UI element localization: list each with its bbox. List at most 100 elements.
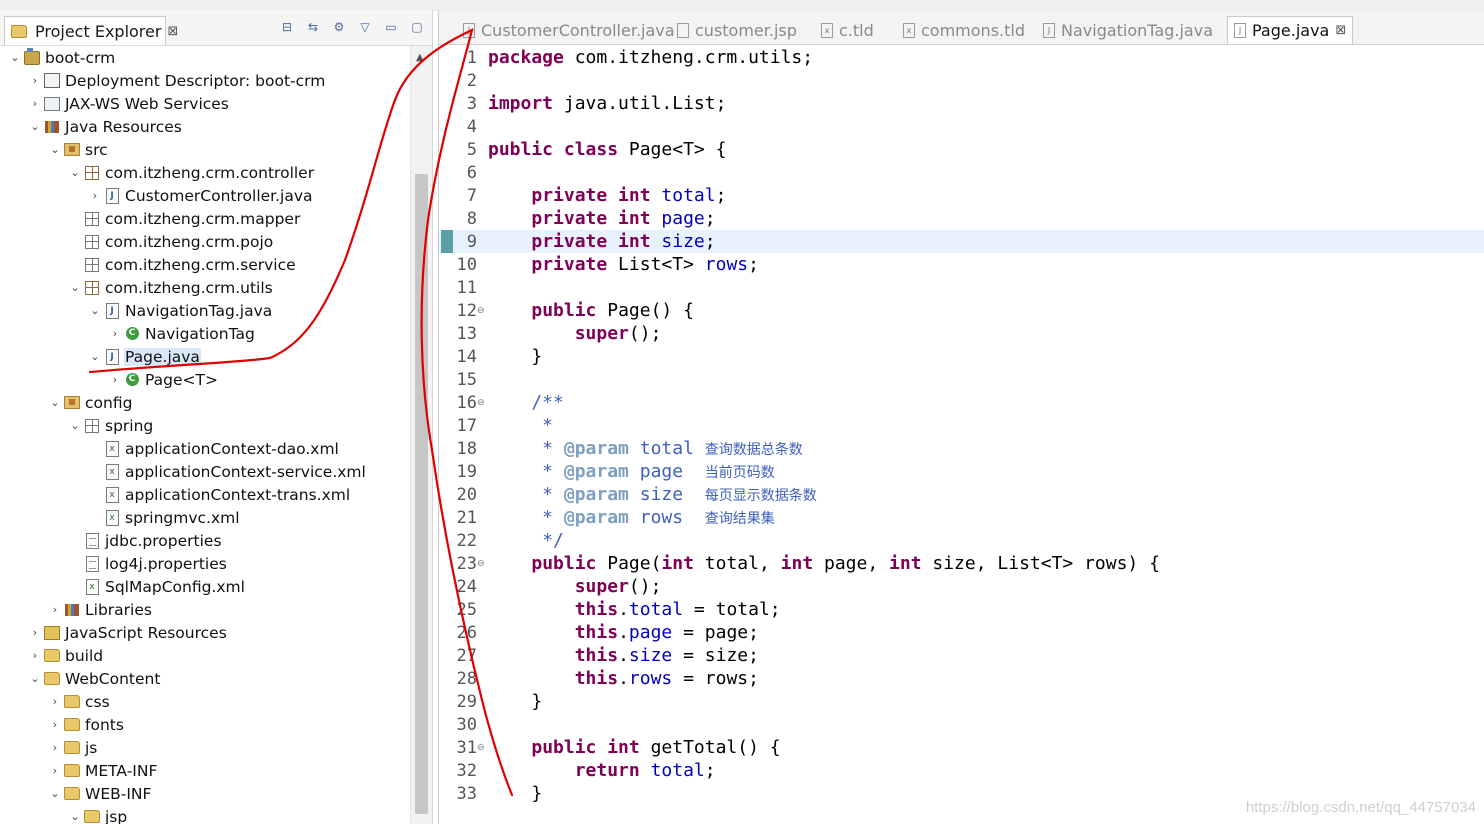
tree-item[interactable]: ⌄ WEB-INF bbox=[0, 782, 410, 805]
tree-item[interactable]: x applicationContext-dao.xml bbox=[0, 437, 410, 460]
tree-item[interactable]: › Deployment Descriptor: boot-crm bbox=[0, 69, 410, 92]
collapsed-arrow-icon[interactable]: › bbox=[48, 764, 62, 777]
maximize-icon[interactable]: ▢ bbox=[410, 20, 424, 34]
code-line[interactable]: 21 * @param rows 查询结果集 bbox=[439, 506, 1484, 529]
tree-item[interactable]: ⌄ com.itzheng.crm.controller bbox=[0, 161, 410, 184]
code-line[interactable]: 6 bbox=[439, 161, 1484, 184]
tree-item[interactable]: com.itzheng.crm.service bbox=[0, 253, 410, 276]
editor-tab[interactable]: customer.jsp bbox=[671, 16, 803, 44]
code-line[interactable]: 26 this.page = page; bbox=[439, 621, 1484, 644]
expanded-arrow-icon[interactable]: ⌄ bbox=[28, 120, 42, 133]
tree-item[interactable]: x springmvc.xml bbox=[0, 506, 410, 529]
tree-item[interactable]: › js bbox=[0, 736, 410, 759]
collapse-all-icon[interactable]: ⊟ bbox=[280, 20, 294, 34]
code-line[interactable]: 8 private int page; bbox=[439, 207, 1484, 230]
tree-item[interactable]: ⌄ com.itzheng.crm.utils bbox=[0, 276, 410, 299]
tree-item[interactable]: ⌄ jsp bbox=[0, 805, 410, 824]
code-line[interactable]: 1 package com.itzheng.crm.utils; bbox=[439, 46, 1484, 69]
tree-item[interactable]: › META-INF bbox=[0, 759, 410, 782]
code-line[interactable]: 22 */ bbox=[439, 529, 1484, 552]
code-line[interactable]: 11 bbox=[439, 276, 1484, 299]
tree-item[interactable]: › JAX-WS Web Services bbox=[0, 92, 410, 115]
code-line[interactable]: 31 ⊖ public int getTotal() { bbox=[439, 736, 1484, 759]
collapsed-arrow-icon[interactable]: › bbox=[48, 718, 62, 731]
expanded-arrow-icon[interactable]: ⌄ bbox=[68, 419, 82, 432]
tree-item[interactable]: ⌄ boot-crm bbox=[0, 46, 410, 69]
expanded-arrow-icon[interactable]: ⌄ bbox=[68, 810, 82, 823]
code-line[interactable]: 7 private int total; bbox=[439, 184, 1484, 207]
code-line[interactable]: 19 * @param page 当前页码数 bbox=[439, 460, 1484, 483]
link-with-editor-icon[interactable]: ⇆ bbox=[306, 20, 320, 34]
expanded-arrow-icon[interactable]: ⌄ bbox=[88, 350, 102, 363]
code-line[interactable]: 9 private int size; bbox=[439, 230, 1484, 253]
code-line[interactable]: 2 bbox=[439, 69, 1484, 92]
minimize-icon[interactable]: ▭ bbox=[384, 20, 398, 34]
tree-item[interactable]: › build bbox=[0, 644, 410, 667]
code-line[interactable]: 16 ⊖ /** bbox=[439, 391, 1484, 414]
expanded-arrow-icon[interactable]: ⌄ bbox=[48, 787, 62, 800]
code-line[interactable]: 27 this.size = size; bbox=[439, 644, 1484, 667]
collapsed-arrow-icon[interactable]: › bbox=[48, 695, 62, 708]
editor-tab[interactable]: J Page.java ⊠ bbox=[1227, 16, 1354, 44]
explorer-scrollbar[interactable]: ▲ bbox=[410, 46, 432, 824]
tree-item[interactable]: › C NavigationTag bbox=[0, 322, 410, 345]
tree-item[interactable]: ⌄ spring bbox=[0, 414, 410, 437]
code-line[interactable]: 20 * @param size 每页显示数据条数 bbox=[439, 483, 1484, 506]
close-icon[interactable]: ⊠ bbox=[167, 24, 178, 39]
tree-item[interactable]: › J CustomerController.java bbox=[0, 184, 410, 207]
collapsed-arrow-icon[interactable]: › bbox=[28, 649, 42, 662]
collapsed-arrow-icon[interactable]: › bbox=[48, 603, 62, 616]
editor-tab[interactable]: x c.tld bbox=[815, 16, 880, 44]
scroll-up-icon[interactable]: ▲ bbox=[416, 52, 424, 63]
expanded-arrow-icon[interactable]: ⌄ bbox=[88, 304, 102, 317]
expanded-arrow-icon[interactable]: ⌄ bbox=[68, 281, 82, 294]
code-line[interactable]: 4 bbox=[439, 115, 1484, 138]
tree-item[interactable]: com.itzheng.crm.mapper bbox=[0, 207, 410, 230]
tree-item[interactable]: x applicationContext-trans.xml bbox=[0, 483, 410, 506]
tree-item[interactable]: com.itzheng.crm.pojo bbox=[0, 230, 410, 253]
collapsed-arrow-icon[interactable]: › bbox=[28, 74, 42, 87]
expanded-arrow-icon[interactable]: ⌄ bbox=[8, 51, 22, 64]
tree-item[interactable]: › JavaScript Resources bbox=[0, 621, 410, 644]
project-explorer-tab[interactable]: Project Explorer ⊠ bbox=[4, 16, 178, 45]
code-line[interactable]: 25 this.total = total; bbox=[439, 598, 1484, 621]
tree-item[interactable]: ⌄ Java Resources bbox=[0, 115, 410, 138]
tree-item[interactable]: › fonts bbox=[0, 713, 410, 736]
code-line[interactable]: 23 ⊖ public Page(int total, int page, int… bbox=[439, 552, 1484, 575]
fold-toggle-icon[interactable]: ⊖ bbox=[477, 306, 485, 316]
editor-tab[interactable]: x commons.tld bbox=[897, 16, 1031, 44]
collapsed-arrow-icon[interactable]: › bbox=[28, 97, 42, 110]
fold-toggle-icon[interactable]: ⊖ bbox=[477, 743, 485, 753]
editor-tab[interactable]: J CustomerController.java bbox=[457, 16, 681, 44]
code-line[interactable]: 5 public class Page<T> { bbox=[439, 138, 1484, 161]
code-line[interactable]: 14 } bbox=[439, 345, 1484, 368]
tree-item[interactable]: ⌄ J Page.java bbox=[0, 345, 410, 368]
code-line[interactable]: 13 super(); bbox=[439, 322, 1484, 345]
collapsed-arrow-icon[interactable]: › bbox=[108, 327, 122, 340]
code-line[interactable]: 30 bbox=[439, 713, 1484, 736]
close-icon[interactable]: ⊠ bbox=[1335, 23, 1346, 38]
tree-item[interactable]: ⌄ src bbox=[0, 138, 410, 161]
view-menu-icon[interactable]: ▽ bbox=[358, 20, 372, 34]
tree-item[interactable]: › css bbox=[0, 690, 410, 713]
collapsed-arrow-icon[interactable]: › bbox=[88, 189, 102, 202]
fold-toggle-icon[interactable]: ⊖ bbox=[477, 559, 485, 569]
focus-icon[interactable]: ⚙ bbox=[332, 20, 346, 34]
collapsed-arrow-icon[interactable]: › bbox=[48, 741, 62, 754]
code-line[interactable]: 24 super(); bbox=[439, 575, 1484, 598]
tree-item[interactable]: ⌄ J NavigationTag.java bbox=[0, 299, 410, 322]
code-area[interactable]: 1 package com.itzheng.crm.utils; 2 3 import … bbox=[439, 46, 1484, 824]
tree-item[interactable]: › Libraries bbox=[0, 598, 410, 621]
code-line[interactable]: 29 } bbox=[439, 690, 1484, 713]
tree-item[interactable]: ⌄ config bbox=[0, 391, 410, 414]
code-line[interactable]: 17 * bbox=[439, 414, 1484, 437]
expanded-arrow-icon[interactable]: ⌄ bbox=[28, 672, 42, 685]
code-line[interactable]: 15 bbox=[439, 368, 1484, 391]
tree-item[interactable]: ⌄ WebContent bbox=[0, 667, 410, 690]
editor-tab[interactable]: J NavigationTag.java bbox=[1037, 16, 1219, 44]
tree-item[interactable]: › C Page<T> bbox=[0, 368, 410, 391]
code-line[interactable]: 10 private List<T> rows; bbox=[439, 253, 1484, 276]
tree-item[interactable]: x SqlMapConfig.xml bbox=[0, 575, 410, 598]
collapsed-arrow-icon[interactable]: › bbox=[108, 373, 122, 386]
tree-item[interactable]: log4j.properties bbox=[0, 552, 410, 575]
